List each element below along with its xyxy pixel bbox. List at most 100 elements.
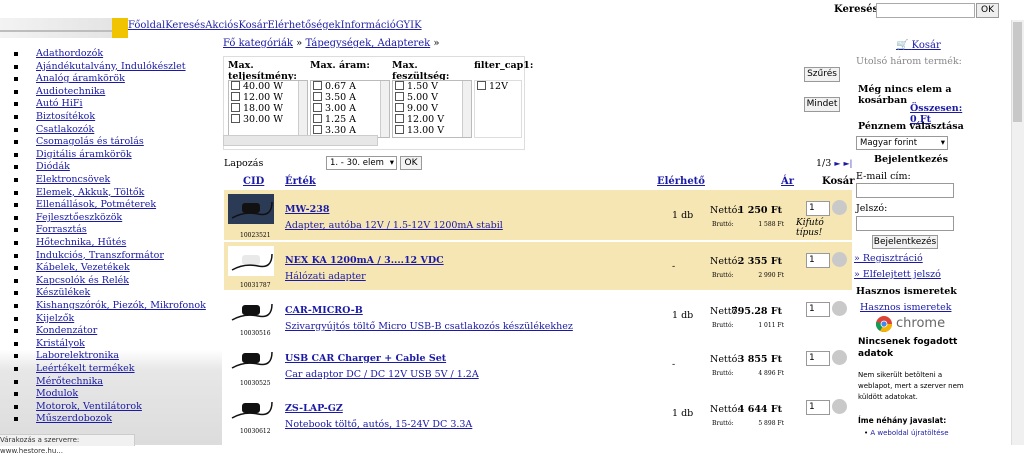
nav-elerhetosegek[interactable]: Elérhetőségek xyxy=(268,20,341,31)
category-link[interactable]: Analóg áramkörök xyxy=(36,73,125,84)
filter-option[interactable]: 30.00 W xyxy=(229,114,307,125)
login-button[interactable]: Bejelentkezés xyxy=(872,235,938,249)
category-link[interactable]: Kondenzátor xyxy=(36,325,97,336)
paging-ok-button[interactable]: OK xyxy=(400,156,422,170)
scrollbar-thumb[interactable] xyxy=(1013,22,1022,122)
quantity-input[interactable]: 1 xyxy=(806,351,830,366)
filter-option[interactable]: 0.67 A xyxy=(311,81,389,92)
category-link[interactable]: Diódák xyxy=(36,161,70,172)
category-link[interactable]: Leértékelt termékek xyxy=(36,363,135,374)
filter-option[interactable]: 3.50 A xyxy=(311,92,389,103)
category-link[interactable]: Elemek, Akkuk, Töltők xyxy=(36,187,144,198)
category-link[interactable]: Indukciós, Transzformátor xyxy=(36,250,164,261)
product-image[interactable] xyxy=(228,296,274,326)
reload-link[interactable]: A weboldal újratöltése xyxy=(870,429,948,437)
category-link[interactable]: Digitális áramkörök xyxy=(36,149,132,160)
category-link[interactable]: Hőtechnika, Hűtés xyxy=(36,237,126,248)
quantity-input[interactable]: 1 xyxy=(806,201,830,216)
currency-select[interactable]: Magyar forint ▾ xyxy=(856,136,948,150)
col-header-cid[interactable]: CID xyxy=(243,176,264,187)
category-link[interactable]: Biztosítékok xyxy=(36,111,95,122)
quantity-input[interactable]: 1 xyxy=(806,253,830,268)
product-desc-link[interactable]: Car adaptor DC / DC 12V USB 5V / 1.2A xyxy=(285,369,479,380)
filter-list-current[interactable]: 0.67 A 3.50 A 3.00 A 1.25 A 3.30 A xyxy=(310,80,390,138)
category-link[interactable]: Kishangszórók, Piezók, Mikrofonok xyxy=(36,300,206,311)
filter-option[interactable]: 9.00 V xyxy=(393,103,471,114)
category-link[interactable]: Mérőtechnika xyxy=(36,376,103,387)
col-header-name[interactable]: Érték xyxy=(285,176,316,187)
filter-option[interactable]: 40.00 W xyxy=(229,81,307,92)
filter-option[interactable]: 1.50 V xyxy=(393,81,471,92)
filter-option[interactable]: 12.00 W xyxy=(229,92,307,103)
filter-list-voltage[interactable]: 1.50 V 5.00 V 9.00 V 12.00 V 13.00 V xyxy=(392,80,472,138)
product-image[interactable] xyxy=(228,246,274,276)
filter-list-cap[interactable]: 12V xyxy=(474,80,522,138)
category-link[interactable]: Autó HiFi xyxy=(36,98,83,109)
category-link[interactable]: Forrasztás xyxy=(36,224,87,235)
filter-option[interactable]: 3.00 A xyxy=(311,103,389,114)
filter-option[interactable]: 13.00 V xyxy=(393,125,471,136)
product-desc-link[interactable]: Adapter, autóba 12V / 1.5-12V 1200mA sta… xyxy=(285,220,503,231)
category-link[interactable]: Ajándékutalvány, Indulókészlet xyxy=(36,61,186,72)
category-link[interactable]: Modulok xyxy=(36,388,78,399)
scrollbar[interactable] xyxy=(380,81,389,137)
email-field[interactable] xyxy=(856,183,954,198)
product-desc-link[interactable]: Szivargyújtós töltő Micro USB-B csatlako… xyxy=(285,321,573,332)
col-header-stock[interactable]: Elérhető xyxy=(657,176,705,187)
next-page-icon[interactable]: ► xyxy=(834,159,840,168)
col-header-price[interactable]: Ár xyxy=(781,176,794,187)
category-link[interactable]: Készülékek xyxy=(36,287,90,298)
add-to-cart-icon[interactable] xyxy=(832,200,847,215)
category-link[interactable]: Elektroncsövek xyxy=(36,174,110,185)
category-link[interactable]: Kábelek, Vezetékek xyxy=(36,262,130,273)
nav-akcios[interactable]: Akciós xyxy=(205,20,238,31)
add-to-cart-icon[interactable] xyxy=(832,301,847,316)
category-link[interactable]: Csomagolás és tárolás xyxy=(36,136,144,147)
filter-option[interactable]: 12V xyxy=(475,81,521,92)
category-link[interactable]: Ellenállások, Potméterek xyxy=(36,199,156,210)
product-desc-link[interactable]: Notebook töltő, autós, 15-24V DC 3.3A xyxy=(285,419,472,430)
product-name-link[interactable]: NEX KA 1200mA / 3....12 VDC xyxy=(285,255,444,266)
scrollbar[interactable] xyxy=(298,81,307,137)
nav-fooldal[interactable]: Főoldal xyxy=(128,20,165,31)
search-button[interactable]: OK xyxy=(976,3,999,18)
category-link[interactable]: Laborelektronika xyxy=(36,350,119,361)
add-to-cart-icon[interactable] xyxy=(832,399,847,414)
category-link[interactable]: Fejlesztőeszközök xyxy=(36,212,122,223)
search-input[interactable] xyxy=(876,3,975,18)
filter-button[interactable]: Szűrés xyxy=(804,67,840,82)
category-link[interactable]: Műszerdobozok xyxy=(36,413,112,424)
category-link[interactable]: Motorok, Ventilátorok xyxy=(36,401,142,412)
add-to-cart-icon[interactable] xyxy=(832,252,847,267)
register-link[interactable]: » Regisztráció xyxy=(854,253,923,264)
product-image[interactable] xyxy=(228,194,274,224)
quantity-input[interactable]: 1 xyxy=(806,400,830,415)
breadcrumb-current[interactable]: Tápegységek, Adapterek xyxy=(305,38,430,49)
filter-option[interactable]: 1.25 A xyxy=(311,114,389,125)
add-to-cart-icon[interactable] xyxy=(832,350,847,365)
filter-list-power[interactable]: 40.00 W 12.00 W 18.00 W 30.00 W xyxy=(228,80,308,138)
product-image[interactable] xyxy=(228,344,274,374)
product-image[interactable] xyxy=(228,394,274,424)
quantity-input[interactable]: 1 xyxy=(806,302,830,317)
category-link[interactable]: Csatlakozók xyxy=(36,124,94,135)
nav-informacio[interactable]: Információ xyxy=(341,20,396,31)
scrollbar[interactable] xyxy=(462,81,471,137)
category-link[interactable]: Audiotechnika xyxy=(36,86,105,97)
nav-kosar[interactable]: Kosár xyxy=(238,20,267,31)
category-link[interactable]: Kijelzők xyxy=(36,313,74,324)
useful-link[interactable]: Hasznos ismeretek xyxy=(860,302,951,313)
product-name-link[interactable]: USB CAR Charger + Cable Set xyxy=(285,353,446,364)
forgot-password-link[interactable]: » Elfelejtett jelszó xyxy=(854,269,941,280)
horizontal-scrollbar[interactable] xyxy=(223,135,378,146)
category-link[interactable]: Kapcsolók és Relék xyxy=(36,275,129,286)
all-button[interactable]: Mindet xyxy=(804,97,840,112)
cart-link[interactable]: 🛒 Kosár xyxy=(896,40,941,51)
filter-option[interactable]: 12.00 V xyxy=(393,114,471,125)
category-link[interactable]: Kristályok xyxy=(36,338,85,349)
nav-gyik[interactable]: GYIK xyxy=(396,20,422,31)
breadcrumb-root[interactable]: Fő kategóriák xyxy=(223,38,293,49)
product-name-link[interactable]: MW-238 xyxy=(285,204,329,215)
paging-select[interactable]: 1. - 30. elem ▾ xyxy=(326,156,397,170)
filter-option[interactable]: 18.00 W xyxy=(229,103,307,114)
